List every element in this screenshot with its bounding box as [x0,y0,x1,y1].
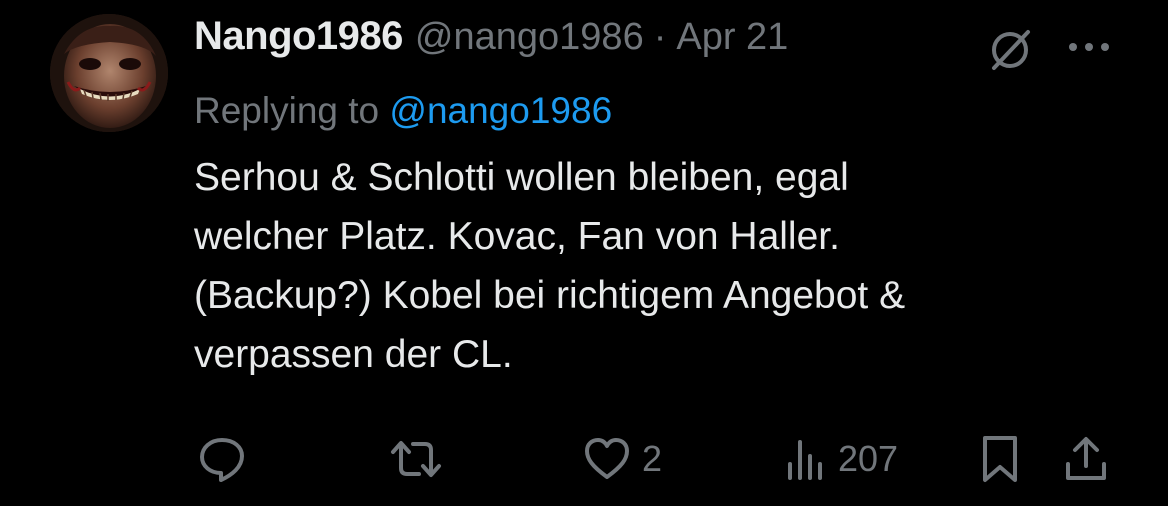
views-button[interactable]: 207 [784,434,898,484]
author-display-name[interactable]: Nango1986 [194,14,403,59]
heart-icon [585,438,629,479]
more-options-icon[interactable] [1066,40,1112,54]
views-icon [788,440,822,480]
bookmark-icon [983,436,1017,482]
tweet-text-line: Serhou & Schlotti wollen bleiben, egal [194,156,849,199]
share-icon [1066,437,1106,480]
tweet-text-line: (Backup?) Kobel bei richtigem Angebot & [194,274,906,317]
replying-to: Replying to @nango1986 [194,90,1124,132]
reply-icon [200,438,244,482]
tweet-header: Nango1986 @nango1986 · Apr 21 [194,14,1124,76]
tweet-text-line: welcher Platz. Kovac, Fan von Haller. [194,215,840,258]
tweet-content: Nango1986 @nango1986 · Apr 21 Replying t… [194,14,1124,384]
tweet-text-line: verpassen der CL. [194,333,513,376]
replying-prefix: Replying to [194,90,380,131]
repost-icon [391,441,441,477]
action-bar: 2 207 [194,434,1124,484]
like-count: 2 [642,438,663,479]
repost-button[interactable] [387,434,455,484]
share-button[interactable] [1062,434,1110,484]
separator-dot: · [653,16,667,58]
avatar[interactable] [50,14,168,132]
tweet-date[interactable]: Apr 21 [676,16,788,59]
author-handle[interactable]: @nango1986 [415,16,644,59]
tweet-text: Serhou & Schlotti wollen bleiben, egal w… [194,148,1094,384]
like-button[interactable]: 2 [582,434,662,484]
views-count: 207 [838,438,899,479]
replying-mention-link[interactable]: @nango1986 [389,90,612,131]
reply-button[interactable] [196,434,258,484]
grok-icon[interactable] [986,26,1034,74]
bookmark-button[interactable] [978,434,1022,484]
